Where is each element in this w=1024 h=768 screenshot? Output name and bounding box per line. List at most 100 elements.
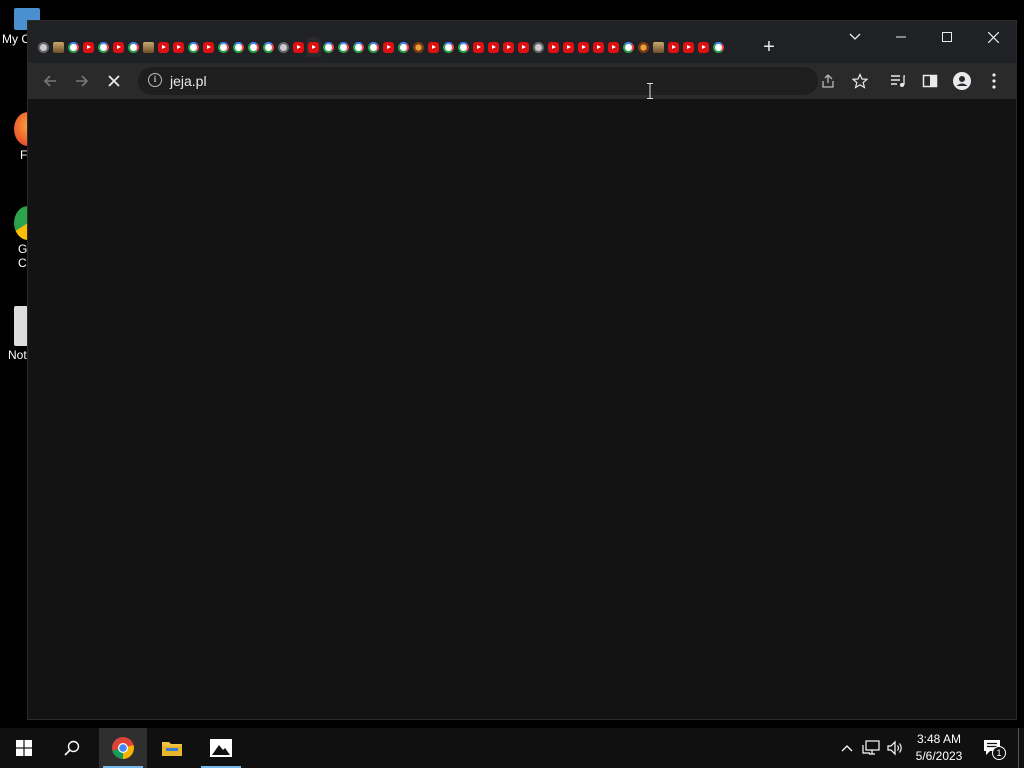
browser-tab[interactable] [276, 37, 291, 57]
youtube-icon [608, 41, 619, 53]
network-button[interactable] [860, 728, 882, 768]
browser-tab[interactable] [351, 37, 366, 57]
maximize-button[interactable] [924, 21, 970, 53]
browser-tab[interactable] [246, 37, 261, 57]
browser-tab[interactable] [111, 37, 126, 57]
site-favicon-icon [53, 41, 64, 53]
arrow-left-icon [43, 75, 56, 87]
google-icon [443, 41, 454, 53]
volume-button[interactable] [884, 728, 906, 768]
bookmark-button[interactable] [846, 67, 874, 95]
browser-tab[interactable] [471, 37, 486, 57]
youtube-icon [518, 41, 529, 53]
browser-tab[interactable] [411, 37, 426, 57]
google-icon [368, 41, 379, 53]
browser-tab[interactable] [141, 37, 156, 57]
browser-tab[interactable] [201, 37, 216, 57]
browser-tab[interactable] [711, 37, 726, 57]
show-hidden-icons-button[interactable] [838, 728, 856, 768]
menu-button[interactable] [980, 67, 1008, 95]
close-window-button[interactable] [970, 21, 1016, 53]
browser-tab[interactable] [81, 37, 96, 57]
browser-tab[interactable] [531, 37, 546, 57]
browser-tab[interactable] [51, 37, 66, 57]
browser-tab[interactable] [666, 37, 681, 57]
minimize-button[interactable] [878, 21, 924, 53]
browser-tab[interactable] [621, 37, 636, 57]
browser-tab[interactable] [126, 37, 141, 57]
browser-tab[interactable] [486, 37, 501, 57]
browser-tab[interactable] [681, 37, 696, 57]
page-content[interactable] [28, 99, 1016, 719]
google-icon [218, 41, 229, 53]
browser-tab[interactable] [261, 37, 276, 57]
notepad-icon [14, 306, 28, 346]
google-icon [263, 41, 274, 53]
browser-tab[interactable] [336, 37, 351, 57]
taskbar: 3:48 AM 5/6/2023 1 [0, 728, 1024, 768]
show-desktop-button[interactable] [1018, 728, 1019, 768]
browser-tab[interactable] [561, 37, 576, 57]
browser-tab[interactable] [216, 37, 231, 57]
taskbar-photos[interactable] [197, 728, 245, 768]
browser-tab[interactable] [291, 37, 306, 57]
taskbar-file-explorer[interactable] [148, 728, 196, 768]
github-icon [533, 41, 544, 53]
browser-tab[interactable] [396, 37, 411, 57]
browser-tab[interactable] [591, 37, 606, 57]
browser-tab[interactable] [636, 37, 651, 57]
browser-tab[interactable] [696, 37, 711, 57]
browser-tab[interactable] [156, 37, 171, 57]
action-center-button[interactable]: 1 [980, 728, 1006, 768]
google-icon [128, 41, 139, 53]
taskbar-chrome[interactable] [99, 728, 147, 768]
clock-date: 5/6/2023 [915, 749, 963, 763]
media-controls-button[interactable] [884, 67, 912, 95]
browser-tab[interactable] [321, 37, 336, 57]
browser-tab[interactable] [441, 37, 456, 57]
star-icon [852, 73, 868, 89]
share-button[interactable] [814, 67, 842, 95]
browser-tab[interactable] [366, 37, 381, 57]
google-icon [398, 41, 409, 53]
address-bar[interactable]: i jeja.pl [138, 67, 868, 95]
browser-tab[interactable] [66, 37, 81, 57]
browser-tab[interactable] [96, 37, 111, 57]
tab-search-button[interactable] [832, 21, 878, 53]
stop-loading-button[interactable] [100, 67, 128, 95]
search-button[interactable] [48, 728, 96, 768]
profile-button[interactable] [948, 67, 976, 95]
browser-tab[interactable] [186, 37, 201, 57]
browser-tab[interactable] [426, 37, 441, 57]
google-icon [98, 41, 109, 53]
browser-tab[interactable] [36, 37, 51, 57]
playlist-icon [891, 75, 905, 87]
browser-tab[interactable] [606, 37, 621, 57]
start-button[interactable] [0, 728, 48, 768]
close-icon [987, 31, 999, 43]
browser-tab[interactable] [651, 37, 666, 57]
forward-button[interactable] [68, 67, 96, 95]
browser-tab[interactable] [231, 37, 246, 57]
system-clock[interactable]: 3:48 AM 5/6/2023 [908, 731, 970, 765]
browser-tab[interactable] [306, 37, 321, 57]
side-panel-button[interactable] [916, 67, 944, 95]
browser-tab[interactable] [456, 37, 471, 57]
browser-tab[interactable] [381, 37, 396, 57]
clock-time: 3:48 AM [916, 732, 962, 746]
youtube-icon [428, 41, 439, 53]
google-icon [713, 41, 724, 53]
arrow-right-icon [76, 75, 89, 87]
browser-tab[interactable] [171, 37, 186, 57]
speaker-icon [887, 740, 902, 756]
browser-tab[interactable] [501, 37, 516, 57]
new-tab-button[interactable]: + [759, 35, 779, 59]
youtube-icon [593, 41, 604, 53]
browser-tab[interactable] [516, 37, 531, 57]
browser-tab[interactable] [576, 37, 591, 57]
youtube-icon [383, 41, 394, 53]
youtube-icon [548, 41, 559, 53]
browser-tab[interactable] [546, 37, 561, 57]
site-info-icon[interactable]: i [148, 73, 162, 87]
back-button[interactable] [36, 67, 64, 95]
